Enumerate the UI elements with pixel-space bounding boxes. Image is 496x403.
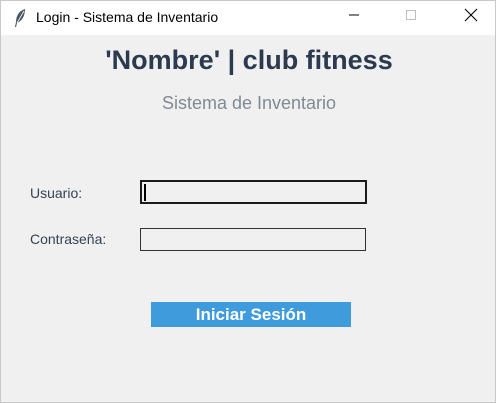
login-panel (1, 35, 495, 402)
login-window: Login - Sistema de Inventario 'Nombre' |… (0, 0, 496, 403)
maximize-icon (405, 8, 417, 26)
username-label: Usuario: (30, 185, 83, 201)
username-field[interactable] (140, 180, 367, 204)
page-subtitle: Sistema de Inventario (161, 93, 337, 113)
title-bar[interactable]: Login - Sistema de Inventario (1, 1, 495, 35)
maximize-button[interactable] (388, 1, 434, 33)
close-icon (464, 8, 478, 27)
feather-icon (13, 8, 27, 28)
close-button[interactable] (448, 1, 494, 33)
window-title: Login - Sistema de Inventario (36, 9, 219, 25)
password-label: Contraseña: (30, 231, 107, 247)
minimize-icon (348, 8, 360, 26)
text-caret (144, 184, 146, 201)
page-title: 'Nombre' | club fitness (105, 45, 393, 75)
password-field[interactable] (140, 228, 366, 251)
minimize-button[interactable] (331, 1, 377, 33)
login-button[interactable]: Iniciar Sesión (151, 302, 351, 327)
